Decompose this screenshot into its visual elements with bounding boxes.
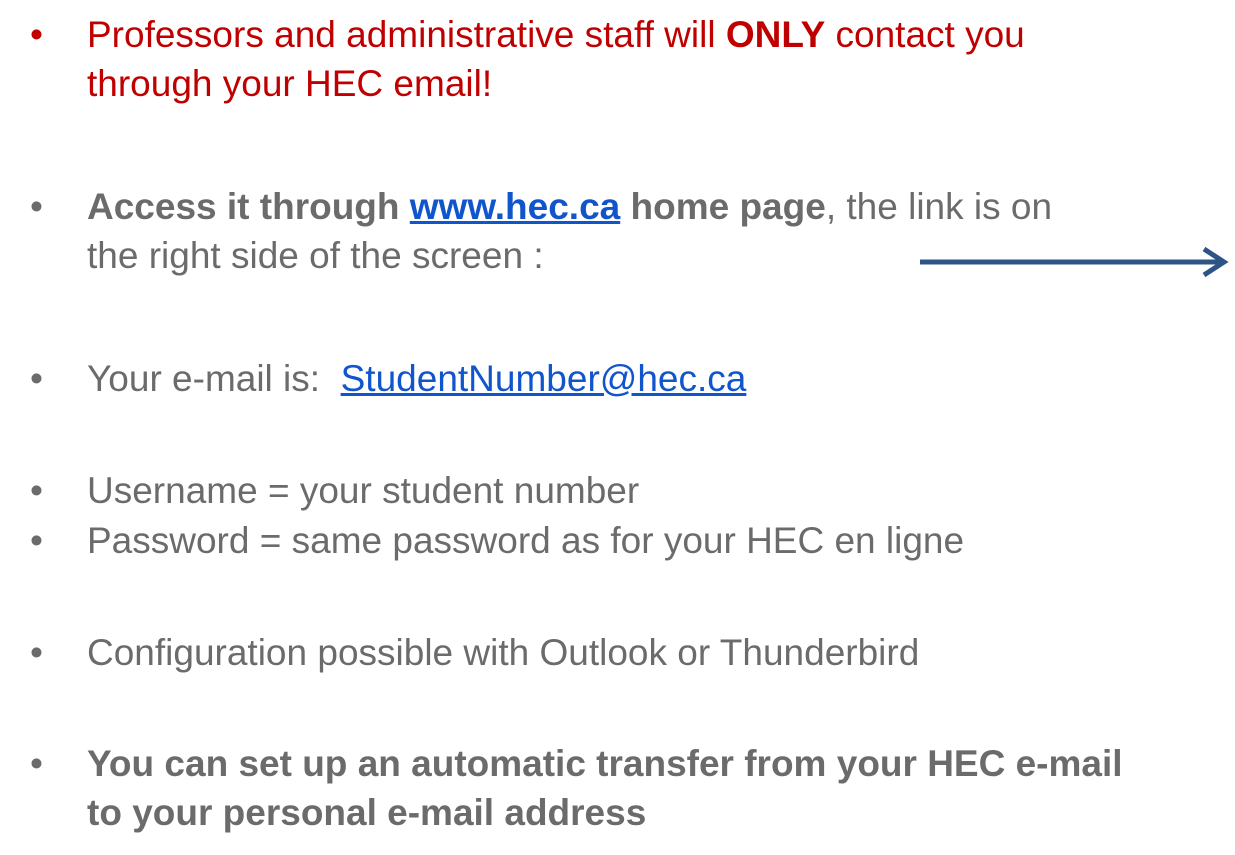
bullet-text-part: Professors and administrative staff will — [87, 14, 726, 55]
bullet-text-part: Your e-mail is: — [87, 358, 341, 399]
bullet-emphasis: ONLY — [725, 14, 826, 55]
hec-home-link[interactable]: www.hec.ca — [410, 186, 620, 227]
bullet-text-part: , the link is on — [825, 186, 1053, 227]
arrow-right-icon — [920, 247, 1229, 277]
bullet-text: Your e-mail is: StudentNumber@hec.ca — [87, 354, 1222, 403]
bullet-dot: • — [30, 743, 43, 784]
bullet-dot: • — [30, 186, 43, 227]
slide: • Professors and administrative staff wi… — [0, 0, 1235, 855]
student-email-link[interactable]: StudentNumber@hec.ca — [341, 358, 747, 399]
bullet-text-line2: to your personal e-mail address — [87, 792, 647, 833]
bullet-text: Username = your student number — [87, 470, 640, 511]
bullet-text: Configuration possible with Outlook or T… — [87, 632, 920, 673]
bullet-bold-part: home page — [620, 186, 826, 227]
bullet-dot: • — [30, 358, 43, 399]
bullet-dot: • — [30, 520, 43, 561]
bullet-bold-part: Access it through — [87, 186, 410, 227]
bullet-text: Password = same password as for your HEC… — [87, 520, 965, 561]
bullet-text-part: contact you — [825, 14, 1025, 55]
bullet-dot: • — [30, 14, 43, 55]
bullet-dot: • — [30, 632, 43, 673]
bullet-text-line2: through your HEC email! — [87, 63, 493, 104]
bullet-text-line1: You can set up an automatic transfer fro… — [87, 743, 1123, 784]
bullet-dot: • — [30, 470, 43, 511]
bullet-text: Professors and administrative staff will… — [87, 10, 1222, 108]
bullet-text-line2: the right side of the screen : — [87, 235, 544, 276]
bullet-text: You can set up an automatic transfer fro… — [87, 739, 1222, 837]
